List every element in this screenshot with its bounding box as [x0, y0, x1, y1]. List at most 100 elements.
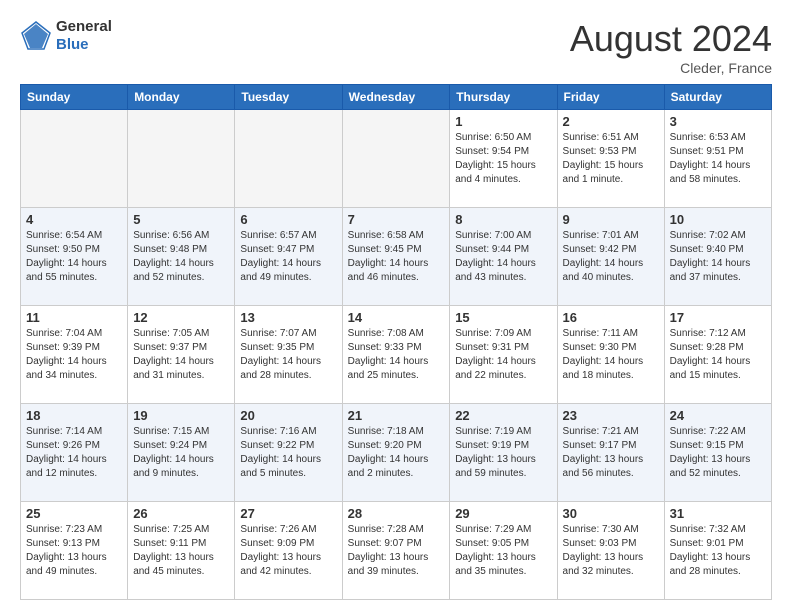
table-row: 17 Sunrise: 7:12 AMSunset: 9:28 PMDayligh… — [664, 306, 771, 404]
day-number: 28 — [348, 506, 445, 521]
day-number: 30 — [563, 506, 659, 521]
logo-blue: Blue — [56, 36, 89, 53]
day-info: Sunrise: 7:21 AMSunset: 9:17 PMDaylight:… — [563, 425, 659, 481]
day-number: 9 — [563, 212, 659, 227]
table-row: 15 Sunrise: 7:09 AMSunset: 9:31 PMDayligh… — [450, 306, 557, 404]
day-info: Sunrise: 6:51 AMSunset: 9:53 PMDaylight:… — [563, 131, 659, 187]
day-number: 19 — [133, 408, 229, 423]
day-info: Sunrise: 7:19 AMSunset: 9:19 PMDaylight:… — [455, 425, 551, 481]
day-info: Sunrise: 7:09 AMSunset: 9:31 PMDaylight:… — [455, 327, 551, 383]
table-row — [128, 110, 235, 208]
day-info: Sunrise: 7:00 AMSunset: 9:44 PMDaylight:… — [455, 229, 551, 285]
table-row: 3 Sunrise: 6:53 AMSunset: 9:51 PMDaylight… — [664, 110, 771, 208]
table-row: 8 Sunrise: 7:00 AMSunset: 9:44 PMDaylight… — [450, 208, 557, 306]
table-row: 6 Sunrise: 6:57 AMSunset: 9:47 PMDaylight… — [235, 208, 342, 306]
table-row — [342, 110, 450, 208]
header-thursday: Thursday — [450, 85, 557, 110]
day-info: Sunrise: 6:57 AMSunset: 9:47 PMDaylight:… — [240, 229, 336, 285]
table-row: 7Sunrise: 6:58 AMSunset: 9:45 PMDaylight… — [342, 208, 450, 306]
day-info: Sunrise: 7:23 AMSunset: 9:13 PMDaylight:… — [26, 523, 122, 579]
calendar-week-row: 4Sunrise: 6:54 AMSunset: 9:50 PMDaylight… — [21, 208, 772, 306]
day-info: Sunrise: 7:25 AMSunset: 9:11 PMDaylight:… — [133, 523, 229, 579]
day-number: 11 — [26, 310, 122, 325]
table-row: 2 Sunrise: 6:51 AMSunset: 9:53 PMDaylight… — [557, 110, 664, 208]
day-info: Sunrise: 7:02 AMSunset: 9:40 PMDaylight:… — [670, 229, 766, 285]
day-number: 16 — [563, 310, 659, 325]
day-info: Sunrise: 7:04 AMSunset: 9:39 PMDaylight:… — [26, 327, 122, 383]
day-number: 6 — [240, 212, 336, 227]
logo-icon — [20, 20, 52, 52]
day-info: Sunrise: 7:30 AMSunset: 9:03 PMDaylight:… — [563, 523, 659, 579]
day-number: 18 — [26, 408, 122, 423]
table-row: 19 Sunrise: 7:15 AMSunset: 9:24 PMDayligh… — [128, 404, 235, 502]
table-row: 26 Sunrise: 7:25 AMSunset: 9:11 PMDayligh… — [128, 502, 235, 600]
day-info: Sunrise: 6:56 AMSunset: 9:48 PMDaylight:… — [133, 229, 229, 285]
table-row: 24 Sunrise: 7:22 AMSunset: 9:15 PMDayligh… — [664, 404, 771, 502]
day-number: 26 — [133, 506, 229, 521]
table-row: 4Sunrise: 6:54 AMSunset: 9:50 PMDaylight… — [21, 208, 128, 306]
table-row: 14 Sunrise: 7:08 AMSunset: 9:33 PMDayligh… — [342, 306, 450, 404]
day-info: Sunrise: 6:50 AMSunset: 9:54 PMDaylight:… — [455, 131, 551, 187]
day-number: 5 — [133, 212, 229, 227]
day-number: 29 — [455, 506, 551, 521]
day-info: Sunrise: 7:15 AMSunset: 9:24 PMDaylight:… — [133, 425, 229, 481]
day-info: Sunrise: 7:22 AMSunset: 9:15 PMDaylight:… — [670, 425, 766, 481]
day-info: Sunrise: 6:53 AMSunset: 9:51 PMDaylight:… — [670, 131, 766, 187]
calendar-week-row: 25Sunrise: 7:23 AMSunset: 9:13 PMDayligh… — [21, 502, 772, 600]
day-info: Sunrise: 6:54 AMSunset: 9:50 PMDaylight:… — [26, 229, 122, 285]
header-monday: Monday — [128, 85, 235, 110]
day-number: 3 — [670, 114, 766, 129]
day-number: 2 — [563, 114, 659, 129]
table-row: 20 Sunrise: 7:16 AMSunset: 9:22 PMDayligh… — [235, 404, 342, 502]
logo-general: General — [56, 18, 112, 35]
table-row: 12 Sunrise: 7:05 AMSunset: 9:37 PMDayligh… — [128, 306, 235, 404]
day-info: Sunrise: 7:01 AMSunset: 9:42 PMDaylight:… — [563, 229, 659, 285]
day-info: Sunrise: 7:11 AMSunset: 9:30 PMDaylight:… — [563, 327, 659, 383]
logo-text: General Blue — [56, 18, 112, 54]
table-row — [21, 110, 128, 208]
day-info: Sunrise: 7:05 AMSunset: 9:37 PMDaylight:… — [133, 327, 229, 383]
calendar-header-row: Sunday Monday Tuesday Wednesday Thursday… — [21, 85, 772, 110]
table-row: 29Sunrise: 7:29 AMSunset: 9:05 PMDayligh… — [450, 502, 557, 600]
header-tuesday: Tuesday — [235, 85, 342, 110]
day-number: 14 — [348, 310, 445, 325]
day-number: 17 — [670, 310, 766, 325]
day-number: 1 — [455, 114, 551, 129]
title-block: August 2024 Cleder, France — [570, 18, 772, 76]
table-row: 28 Sunrise: 7:28 AMSunset: 9:07 PMDayligh… — [342, 502, 450, 600]
table-row: 18Sunrise: 7:14 AMSunset: 9:26 PMDayligh… — [21, 404, 128, 502]
table-row: 30 Sunrise: 7:30 AMSunset: 9:03 PMDayligh… — [557, 502, 664, 600]
day-number: 24 — [670, 408, 766, 423]
table-row: 13Sunrise: 7:07 AMSunset: 9:35 PMDayligh… — [235, 306, 342, 404]
table-row: 16 Sunrise: 7:11 AMSunset: 9:30 PMDayligh… — [557, 306, 664, 404]
day-info: Sunrise: 7:18 AMSunset: 9:20 PMDaylight:… — [348, 425, 445, 481]
header: General Blue August 2024 Cleder, France — [20, 18, 772, 76]
table-row — [235, 110, 342, 208]
day-number: 8 — [455, 212, 551, 227]
month-year: August 2024 — [570, 18, 772, 60]
day-info: Sunrise: 7:08 AMSunset: 9:33 PMDaylight:… — [348, 327, 445, 383]
location: Cleder, France — [570, 60, 772, 76]
calendar-week-row: 1 Sunrise: 6:50 AMSunset: 9:54 PMDaylight… — [21, 110, 772, 208]
day-info: Sunrise: 7:12 AMSunset: 9:28 PMDaylight:… — [670, 327, 766, 383]
day-number: 12 — [133, 310, 229, 325]
day-info: Sunrise: 7:32 AMSunset: 9:01 PMDaylight:… — [670, 523, 766, 579]
day-number: 27 — [240, 506, 336, 521]
day-number: 15 — [455, 310, 551, 325]
table-row: 25Sunrise: 7:23 AMSunset: 9:13 PMDayligh… — [21, 502, 128, 600]
day-info: Sunrise: 7:28 AMSunset: 9:07 PMDaylight:… — [348, 523, 445, 579]
table-row: 21 Sunrise: 7:18 AMSunset: 9:20 PMDayligh… — [342, 404, 450, 502]
header-friday: Friday — [557, 85, 664, 110]
day-number: 10 — [670, 212, 766, 227]
calendar-week-row: 18Sunrise: 7:14 AMSunset: 9:26 PMDayligh… — [21, 404, 772, 502]
calendar: Sunday Monday Tuesday Wednesday Thursday… — [20, 84, 772, 600]
day-number: 21 — [348, 408, 445, 423]
day-info: Sunrise: 7:26 AMSunset: 9:09 PMDaylight:… — [240, 523, 336, 579]
table-row: 23Sunrise: 7:21 AMSunset: 9:17 PMDayligh… — [557, 404, 664, 502]
day-info: Sunrise: 7:16 AMSunset: 9:22 PMDaylight:… — [240, 425, 336, 481]
header-saturday: Saturday — [664, 85, 771, 110]
table-row: 22 Sunrise: 7:19 AMSunset: 9:19 PMDayligh… — [450, 404, 557, 502]
day-number: 22 — [455, 408, 551, 423]
day-number: 20 — [240, 408, 336, 423]
day-number: 13 — [240, 310, 336, 325]
